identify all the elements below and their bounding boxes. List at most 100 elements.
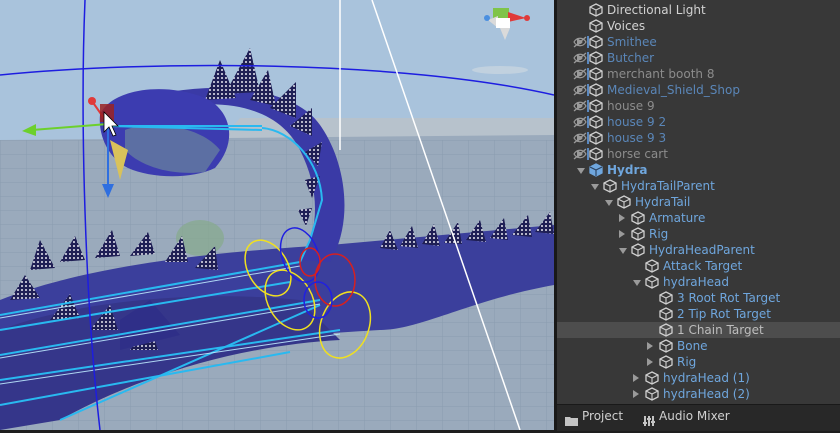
hierarchy-item[interactable]: merchant booth 8 [557, 66, 840, 82]
foldout-expanded-icon[interactable] [577, 168, 585, 174]
hierarchy-item[interactable]: house 9 2 [557, 114, 840, 130]
gameobject-icon [659, 307, 673, 321]
foldout-expanded-icon[interactable] [633, 280, 641, 286]
bottom-tab-bar: Project Audio Mixer [557, 404, 840, 431]
tab-project[interactable]: Project [561, 405, 629, 431]
audio-mixer-icon [643, 411, 656, 426]
hierarchy-item[interactable]: Butcher [557, 50, 840, 66]
tab-audio-mixer[interactable]: Audio Mixer [641, 405, 741, 431]
hierarchy-item[interactable]: Attack Target [557, 258, 840, 274]
hierarchy-item[interactable]: 2 Tip Rot Target [557, 306, 840, 322]
tab-audio-mixer-label: Audio Mixer [659, 409, 730, 423]
gameobject-icon [617, 195, 631, 209]
hierarchy-item-label: Bone [677, 339, 708, 353]
gameobject-icon [589, 147, 603, 161]
hierarchy-item-label: 3 Root Rot Target [677, 291, 781, 305]
hierarchy-item-label: Smithee [607, 35, 657, 49]
gameobject-icon [631, 211, 645, 225]
gameobject-icon [589, 67, 603, 81]
hierarchy-item[interactable]: Directional Light [557, 2, 840, 18]
hierarchy-item-label: Directional Light [607, 3, 706, 17]
gameobject-icon [589, 115, 603, 129]
foldout-collapsed-icon[interactable] [633, 374, 639, 382]
hierarchy-item[interactable]: HydraTail [557, 194, 840, 210]
gameobject-icon [589, 131, 603, 145]
foldout-expanded-icon[interactable] [591, 184, 599, 190]
foldout-collapsed-icon[interactable] [577, 134, 583, 142]
hierarchy-item-label: merchant booth 8 [607, 67, 715, 81]
hierarchy-item-label: Hydra [607, 163, 648, 177]
gameobject-icon [645, 275, 659, 289]
foldout-collapsed-icon[interactable] [577, 38, 583, 46]
hierarchy-item[interactable]: Medieval_Shield_Shop [557, 82, 840, 98]
scene-view[interactable] [0, 0, 554, 430]
gameobject-icon [659, 355, 673, 369]
hierarchy-item-label: 1 Chain Target [677, 323, 764, 337]
foldout-collapsed-icon[interactable] [577, 102, 583, 110]
hierarchy-item-label: Rig [649, 227, 669, 241]
hierarchy-item[interactable]: Rig [557, 226, 840, 242]
hierarchy-item[interactable]: HydraTailParent [557, 178, 840, 194]
folder-icon [565, 411, 578, 426]
scene-viewport[interactable] [0, 0, 554, 430]
hierarchy-item-label: house 9 2 [607, 115, 667, 129]
foldout-collapsed-icon[interactable] [577, 54, 583, 62]
foldout-expanded-icon[interactable] [605, 200, 613, 206]
hierarchy-item[interactable]: hydraHead (2) [557, 386, 840, 402]
gameobject-icon [659, 323, 673, 337]
hierarchy-item[interactable]: house 9 3 [557, 130, 840, 146]
foldout-collapsed-icon[interactable] [633, 390, 639, 398]
hierarchy-item[interactable]: horse cart [557, 146, 840, 162]
foldout-expanded-icon[interactable] [619, 248, 627, 254]
gameobject-icon [589, 51, 603, 65]
hierarchy-item[interactable]: hydraHead [557, 274, 840, 290]
hierarchy-item-label: hydraHead [663, 275, 729, 289]
hierarchy-item[interactable]: Armature [557, 210, 840, 226]
hierarchy-item[interactable]: Rig [557, 354, 840, 370]
hierarchy-item[interactable]: Bone [557, 338, 840, 354]
gameobject-icon [631, 243, 645, 257]
hierarchy-item-label: Butcher [607, 51, 655, 65]
foldout-collapsed-icon[interactable] [577, 118, 583, 126]
foldout-collapsed-icon[interactable] [577, 86, 583, 94]
gameobject-icon [589, 83, 603, 97]
hierarchy-panel[interactable]: Directional Light Voices Smithee Butcher mer… [557, 0, 840, 404]
hierarchy-item[interactable]: 3 Root Rot Target [557, 290, 840, 306]
foldout-collapsed-icon[interactable] [619, 214, 625, 222]
gameobject-icon [589, 19, 603, 33]
hierarchy-item-label: house 9 [607, 99, 655, 113]
hierarchy-item-label: Armature [649, 211, 706, 225]
foldout-collapsed-icon[interactable] [647, 358, 653, 366]
hierarchy-item[interactable]: HydraHeadParent [557, 242, 840, 258]
hierarchy-item-label: HydraTail [635, 195, 691, 209]
hierarchy-item[interactable]: Smithee [557, 34, 840, 50]
hierarchy-item-label: HydraHeadParent [649, 243, 755, 257]
gameobject-icon [645, 371, 659, 385]
foldout-collapsed-icon[interactable] [647, 342, 653, 350]
gameobject-icon [603, 179, 617, 193]
prefab-icon [589, 163, 603, 177]
foldout-collapsed-icon[interactable] [577, 150, 583, 158]
gameobject-icon [645, 387, 659, 401]
hierarchy-item-label: 2 Tip Rot Target [677, 307, 771, 321]
hierarchy-item-label: Attack Target [663, 259, 743, 273]
gameobject-icon [589, 3, 603, 17]
gameobject-icon [645, 259, 659, 273]
hierarchy-item-label: hydraHead (2) [663, 387, 750, 401]
hierarchy-item-label: Medieval_Shield_Shop [607, 83, 740, 97]
foldout-collapsed-icon[interactable] [619, 230, 625, 238]
hierarchy-item-label: hydraHead (1) [663, 371, 750, 385]
foldout-collapsed-icon[interactable] [577, 70, 583, 78]
hierarchy-item-label: Rig [677, 355, 697, 369]
tab-project-label: Project [582, 409, 624, 423]
gameobject-icon [589, 99, 603, 113]
hierarchy-item[interactable]: 1 Chain Target [557, 322, 840, 338]
hierarchy-item[interactable]: hydraHead (1) [557, 370, 840, 386]
gameobject-icon [659, 339, 673, 353]
gameobject-icon [631, 227, 645, 241]
hierarchy-item-label: horse cart [607, 147, 668, 161]
hierarchy-item[interactable]: Voices [557, 18, 840, 34]
hierarchy-item[interactable]: house 9 [557, 98, 840, 114]
hierarchy-item-label: HydraTailParent [621, 179, 715, 193]
hierarchy-item[interactable]: Hydra [557, 162, 840, 178]
